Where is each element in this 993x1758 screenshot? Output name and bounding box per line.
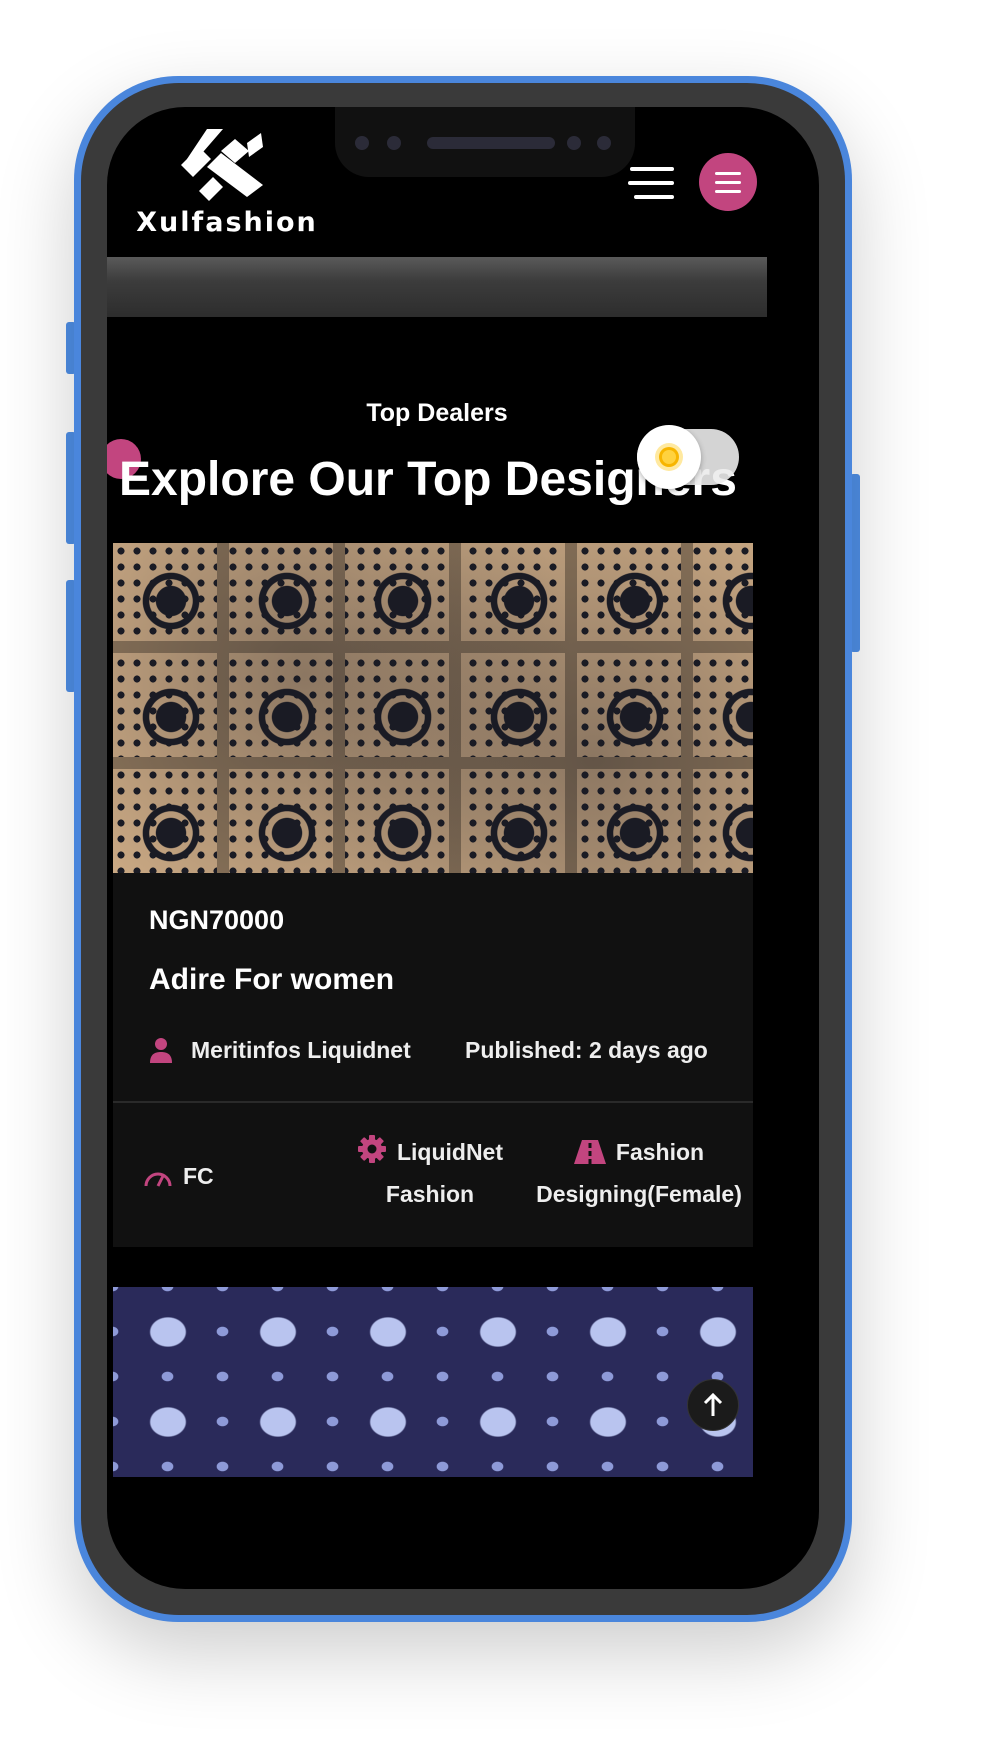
listing-image[interactable] bbox=[113, 543, 753, 873]
tag-location: FC bbox=[143, 1155, 263, 1197]
menu-button[interactable] bbox=[699, 153, 757, 211]
section-subtitle: Top Dealers bbox=[366, 399, 508, 427]
notch-sensor bbox=[567, 136, 581, 150]
tag-brand-line2: Fashion bbox=[385, 1181, 475, 1207]
menu-icon-line bbox=[715, 181, 741, 184]
listing-meta: Meritinfos Liquidnet Published: 2 days a… bbox=[149, 1035, 749, 1071]
gear-icon bbox=[357, 1135, 386, 1163]
tag-brand-label-1: LiquidNet bbox=[396, 1139, 504, 1165]
theme-toggle[interactable] bbox=[637, 425, 739, 489]
road-icon bbox=[573, 1140, 606, 1164]
tag-category-line2: Designing(Female) bbox=[536, 1181, 742, 1207]
gauge-icon bbox=[144, 1172, 172, 1187]
phone-bezel: Xulfashion Top Dealers Explore Our Top D… bbox=[81, 83, 845, 1615]
card-divider bbox=[113, 1101, 753, 1103]
hamburger-line bbox=[628, 181, 674, 185]
phone-frame: Xulfashion Top Dealers Explore Our Top D… bbox=[74, 76, 852, 1622]
scroll-to-top-button[interactable] bbox=[687, 1379, 739, 1431]
phone-screen: Xulfashion Top Dealers Explore Our Top D… bbox=[107, 107, 819, 1589]
hamburger-line bbox=[634, 195, 674, 199]
tag-brand-line1: LiquidNet bbox=[345, 1131, 515, 1173]
theme-toggle-knob bbox=[637, 425, 701, 489]
hero-banner bbox=[107, 257, 767, 317]
brand-name: Xulfashion bbox=[136, 207, 318, 238]
listing-card[interactable]: NGN70000 Adire For women Meritinfos Liqu… bbox=[113, 543, 753, 1247]
notch-speaker bbox=[427, 137, 555, 149]
brand-logo[interactable]: Xulfashion bbox=[127, 129, 327, 249]
listing-author[interactable]: Meritinfos Liquidnet bbox=[191, 1037, 411, 1064]
user-icon bbox=[150, 1038, 172, 1063]
device-notch bbox=[335, 107, 635, 177]
tag-category-label-1: Fashion bbox=[615, 1139, 705, 1165]
hamburger-line bbox=[630, 167, 674, 171]
listing-title[interactable]: Adire For women bbox=[149, 963, 394, 997]
arrow-up-icon bbox=[703, 1392, 723, 1416]
logo-mark-icon bbox=[181, 129, 263, 201]
listing-price: NGN70000 bbox=[149, 905, 285, 935]
menu-icon-line bbox=[715, 172, 741, 175]
listing-image-next[interactable] bbox=[113, 1287, 753, 1477]
tag-category-line1: Fashion bbox=[519, 1131, 759, 1173]
listing-published: Published: 2 days ago bbox=[465, 1037, 708, 1063]
menu-icon-line bbox=[715, 190, 741, 193]
notch-sensor bbox=[597, 136, 611, 150]
tag-category: Fashion Designing(Female) bbox=[519, 1131, 759, 1215]
notch-sensor bbox=[355, 136, 369, 150]
hamburger-icon[interactable] bbox=[622, 167, 674, 201]
image-overlay bbox=[113, 543, 753, 873]
tag-brand: LiquidNet Fashion bbox=[345, 1131, 515, 1215]
sun-icon bbox=[655, 443, 683, 471]
tag-location-label: FC bbox=[183, 1163, 214, 1189]
notch-camera bbox=[387, 136, 401, 150]
